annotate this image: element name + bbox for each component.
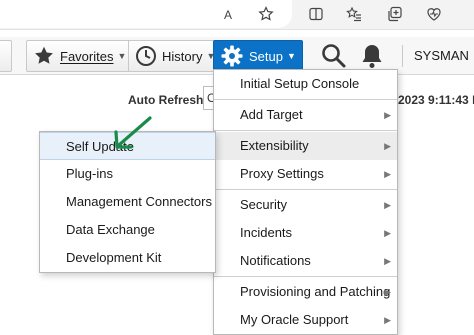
- favorites-star-icon: [33, 45, 55, 67]
- menu-item-data-exchange[interactable]: Data Exchange: [40, 216, 215, 244]
- menu-item-label: Initial Setup Console: [240, 76, 360, 91]
- history-button[interactable]: History ▼: [128, 40, 223, 72]
- menu-divider: [214, 130, 397, 131]
- menu-item-security[interactable]: Security ▶: [214, 191, 397, 219]
- menu-divider: [214, 276, 397, 277]
- submenu-arrow-icon: ▶: [384, 256, 391, 266]
- menu-item-label: Add Target: [240, 107, 303, 122]
- menu-item-plug-ins[interactable]: Plug-ins: [40, 160, 215, 188]
- menu-item-label: Notifications: [240, 253, 311, 268]
- submenu-arrow-icon: ▶: [384, 141, 391, 151]
- address-bar[interactable]: [0, 0, 292, 28]
- auto-refresh-label: Auto Refresh: [128, 93, 204, 107]
- menu-item-label: Management Connectors: [66, 194, 212, 209]
- annotation-arrow-icon: [110, 114, 154, 154]
- toolbar-divider: [402, 45, 403, 67]
- chevron-down-icon: ▼: [286, 51, 296, 61]
- menu-item-label: Plug-ins: [66, 166, 113, 181]
- favorites-button[interactable]: Favorites ▼: [26, 40, 134, 72]
- menu-divider: [214, 99, 397, 100]
- menu-item-management-connectors[interactable]: Management Connectors: [40, 188, 215, 216]
- read-aloud-label: A: [224, 8, 233, 22]
- submenu-arrow-icon: ▶: [384, 228, 391, 238]
- setup-button[interactable]: Setup ▼: [213, 40, 303, 72]
- menu-item-incidents[interactable]: Incidents ▶: [214, 219, 397, 247]
- split-screen-icon[interactable]: [308, 6, 324, 22]
- gear-icon: [220, 44, 244, 68]
- favorites-list-icon[interactable]: [346, 6, 362, 22]
- menu-item-add-target[interactable]: Add Target ▶: [214, 101, 397, 129]
- menu-item-label: Extensibility: [240, 138, 309, 153]
- menu-item-label: My Oracle Support: [240, 312, 349, 327]
- setup-label: Setup: [249, 48, 283, 64]
- read-aloud-icon[interactable]: A: [224, 6, 240, 22]
- menu-item-development-kit[interactable]: Development Kit: [40, 244, 215, 272]
- submenu-arrow-icon: ▶: [384, 315, 391, 325]
- submenu-arrow-icon: ▶: [384, 110, 391, 120]
- menu-item-my-oracle-support[interactable]: My Oracle Support ▶: [214, 306, 397, 334]
- browser-toolbar: A: [0, 0, 474, 30]
- menu-divider: [214, 189, 397, 190]
- history-clock-icon: [135, 45, 157, 67]
- menu-item-notifications[interactable]: Notifications ▶: [214, 247, 397, 275]
- setup-menu: Initial Setup Console Add Target ▶ Exten…: [213, 69, 398, 335]
- last-refresh-time: 2023 9:11:43 PM: [398, 93, 474, 107]
- submenu-arrow-icon: ▶: [384, 200, 391, 210]
- user-menu-label[interactable]: SYSMAN: [414, 48, 469, 63]
- menu-item-label: Development Kit: [66, 250, 162, 265]
- collections-icon[interactable]: [387, 6, 403, 22]
- menu-item-proxy-settings[interactable]: Proxy Settings ▶: [214, 160, 397, 188]
- browser-essentials-icon[interactable]: [426, 6, 442, 22]
- screen: A Favorites ▼ History ▼ Setup ▼ SYSMAN A…: [0, 0, 474, 335]
- menu-item-label: Data Exchange: [66, 222, 155, 237]
- submenu-arrow-icon: ▶: [384, 169, 391, 179]
- favorite-star-icon[interactable]: [258, 6, 274, 22]
- search-icon[interactable]: [320, 42, 348, 70]
- submenu-arrow-icon: ▶: [384, 287, 391, 297]
- chevron-down-icon: ▼: [117, 51, 127, 61]
- menu-item-label: Provisioning and Patching: [240, 284, 391, 299]
- menu-item-extensibility[interactable]: Extensibility ▶: [214, 132, 397, 160]
- menu-item-label: Incidents: [240, 225, 293, 240]
- menu-item-label: Proxy Settings: [240, 166, 324, 181]
- history-label: History: [162, 48, 203, 64]
- menu-item-provisioning-and-patching[interactable]: Provisioning and Patching ▶: [214, 278, 397, 306]
- menu-item-label: Security: [240, 197, 287, 212]
- favorites-label: Favorites: [60, 48, 114, 64]
- previous-menu-button[interactable]: [0, 40, 12, 72]
- menu-item-initial-setup-console[interactable]: Initial Setup Console: [214, 70, 397, 98]
- notification-bell-icon[interactable]: [358, 42, 386, 70]
